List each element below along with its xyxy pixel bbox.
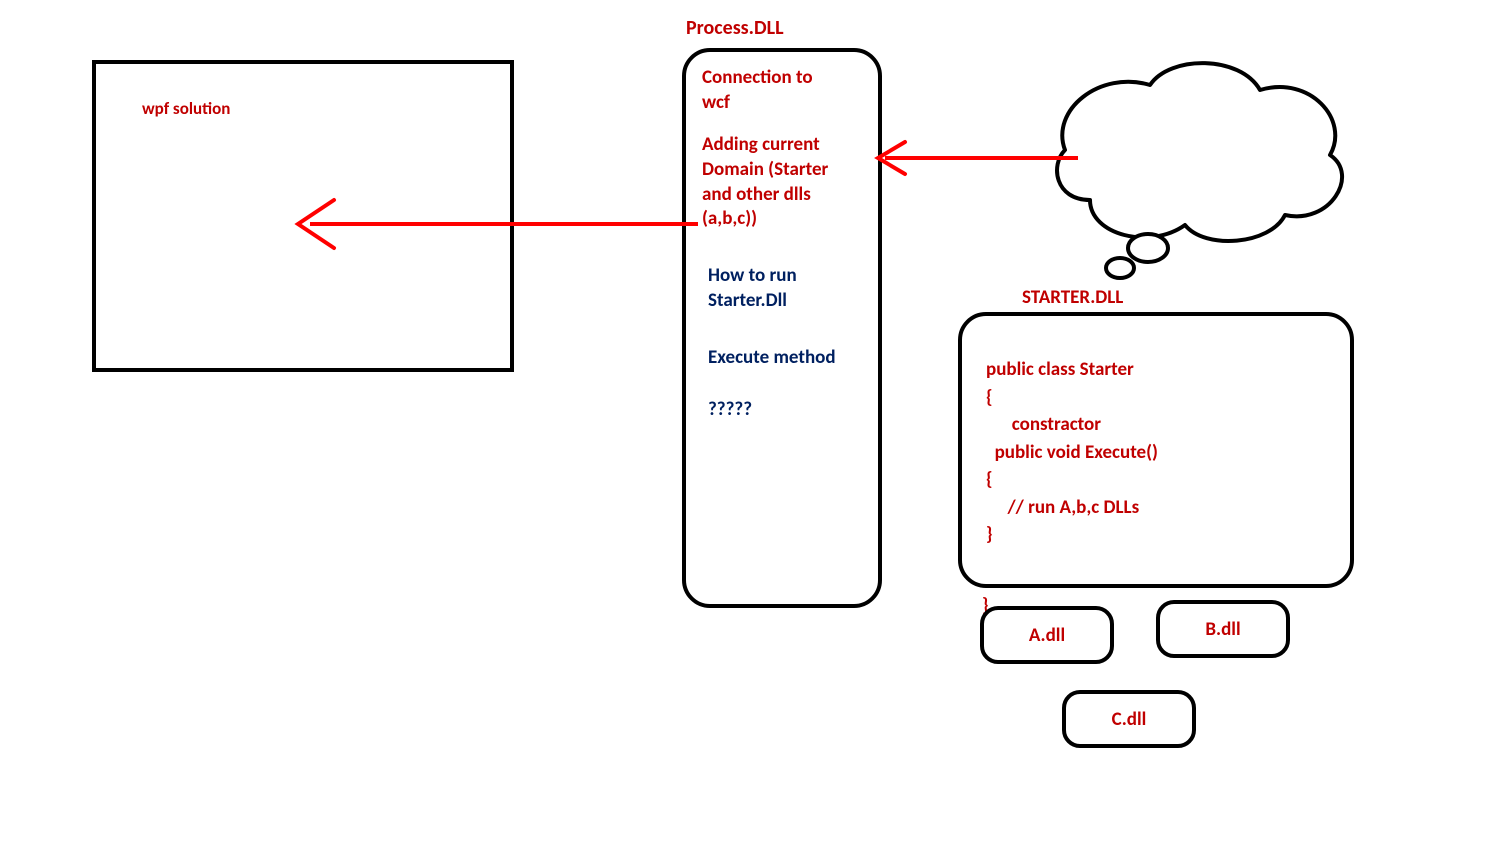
process-connection-line1: Connection to xyxy=(702,66,862,91)
starter-dll-box: public class Starter { constractor publi… xyxy=(958,312,1354,588)
a-dll-box: A.dll xyxy=(980,606,1114,664)
starter-code-line4: public void Execute() xyxy=(986,439,1326,467)
starter-code-line7: } xyxy=(986,521,1326,549)
process-howto-line1: How to run xyxy=(708,264,862,289)
wcf-service-label: wcf service xyxy=(1148,136,1235,159)
process-adding-line2: Domain (Starter xyxy=(702,158,862,183)
c-dll-label: C.dll xyxy=(1112,708,1147,731)
c-dll-box: C.dll xyxy=(1062,690,1196,748)
b-dll-box: B.dll xyxy=(1156,600,1290,658)
arrow-wcf-to-process xyxy=(878,142,1078,174)
starter-code-line5: { xyxy=(986,466,1326,494)
a-dll-label: A.dll xyxy=(1029,624,1065,647)
process-howto-line2: Starter.Dll xyxy=(708,289,862,314)
process-adding-line4: (a,b,c)) xyxy=(702,207,862,232)
wcf-cloud-icon xyxy=(1057,63,1342,278)
b-dll-label: B.dll xyxy=(1205,618,1240,641)
starter-dll-title: STARTER.DLL xyxy=(1022,286,1123,309)
starter-code-line3: constractor xyxy=(986,411,1326,439)
starter-code-line6: // run A,b,c DLLs xyxy=(986,494,1326,522)
process-connection-line2: wcf xyxy=(702,91,862,116)
starter-code-line1: public class Starter xyxy=(986,356,1326,384)
starter-code-line2: { xyxy=(986,384,1326,412)
process-question-marks: ????? xyxy=(708,398,862,423)
process-dll-title: Process.DLL xyxy=(686,16,784,40)
process-adding-line3: and other dlls xyxy=(702,183,862,208)
process-adding-line1: Adding current xyxy=(702,133,862,158)
wpf-solution-label: wpf solution xyxy=(142,98,230,119)
process-dll-box: Connection to wcf Adding current Domain … xyxy=(682,48,882,608)
process-execute-method: Execute method xyxy=(708,346,862,371)
